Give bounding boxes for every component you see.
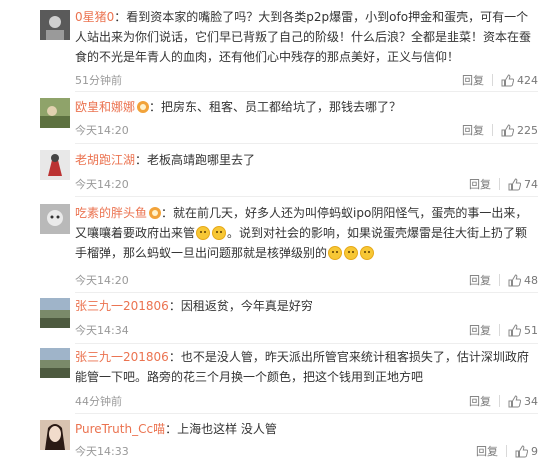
comment-time: 今天14:34: [75, 324, 129, 337]
like-count: 51: [524, 323, 538, 337]
avatar[interactable]: [40, 298, 70, 328]
action-divider: [499, 324, 500, 336]
comment-text: 看到资本家的嘴脸了吗？大到各类p2p爆雷，小到ofo押金和蛋壳，可有一个人站出来…: [75, 10, 532, 64]
emoji-icon: [212, 226, 227, 240]
comment-time: 44分钟前: [75, 395, 122, 408]
like-button[interactable]: 34: [508, 395, 538, 408]
username-link[interactable]: 0星猪0: [75, 10, 114, 24]
like-button[interactable]: 74: [508, 178, 538, 191]
comment-actions: 回复 34: [469, 393, 538, 409]
member-badge-icon: [149, 207, 162, 219]
avatar[interactable]: [40, 10, 70, 40]
like-button[interactable]: 424: [501, 74, 538, 87]
comment-text: 把房东、租客、员工都给坑了，那钱去哪了？: [161, 100, 402, 114]
colon-separator: ：: [114, 10, 127, 24]
comment-actions: 回复 9: [476, 443, 538, 459]
avatar[interactable]: [40, 348, 70, 378]
like-count: 9: [531, 444, 538, 458]
thumbs-up-icon: [501, 123, 514, 136]
action-divider: [492, 124, 493, 136]
reply-button[interactable]: 回复: [469, 393, 491, 409]
colon-separator: ：: [168, 299, 181, 313]
emoji-icon: [328, 246, 343, 260]
like-count: 225: [517, 123, 538, 137]
reply-button[interactable]: 回复: [476, 443, 498, 459]
action-divider: [499, 274, 500, 286]
avatar[interactable]: [40, 98, 70, 128]
comment-divider: [75, 343, 538, 344]
reply-button[interactable]: 回复: [469, 176, 491, 192]
comment-actions: 回复 424: [462, 72, 538, 88]
avatar[interactable]: [40, 420, 70, 450]
thumbs-up-icon: [508, 273, 521, 286]
like-button[interactable]: 9: [515, 445, 538, 458]
comment-text: 上海也这样 没人管: [177, 422, 277, 436]
emoji-icon: [344, 246, 359, 260]
username-link[interactable]: 欧皇和娜娜: [75, 100, 135, 114]
like-button[interactable]: 225: [501, 124, 538, 137]
comment-actions: 回复 74: [469, 176, 538, 192]
thumbs-up-icon: [501, 73, 514, 86]
comment-text: 老板高靖跑哪里去了: [147, 153, 256, 167]
comment-text: 因租返贫，今年真是好穷: [180, 299, 313, 313]
colon-separator: ：: [149, 100, 162, 114]
comment-actions: 回复 51: [469, 322, 538, 338]
username-link[interactable]: 张三九一201806: [75, 299, 169, 313]
username-link[interactable]: 老胡跑江湖: [75, 153, 135, 167]
comment-time: 51分钟前: [75, 74, 122, 87]
thumbs-up-icon: [508, 177, 521, 190]
like-count: 424: [517, 73, 538, 87]
action-divider: [499, 395, 500, 407]
avatar[interactable]: [40, 204, 70, 234]
thumbs-up-icon: [515, 444, 528, 457]
emoji-icon: [196, 226, 211, 240]
action-divider: [506, 445, 507, 457]
colon-separator: ：: [168, 350, 181, 364]
reply-button[interactable]: 回复: [469, 322, 491, 338]
member-badge-icon: [137, 101, 150, 113]
comment-divider: [75, 91, 538, 92]
emoji-icon: [360, 246, 375, 260]
username-link[interactable]: 吃素的胖头鱼: [75, 206, 147, 220]
comment-content: PureTruth_Cc喵：上海也这样 没人管: [75, 419, 538, 439]
reply-button[interactable]: 回复: [462, 122, 484, 138]
avatar[interactable]: [40, 150, 70, 180]
comment-divider: [75, 292, 538, 293]
comment-time: 今天14:33: [75, 445, 129, 458]
comment-divider: [75, 413, 538, 414]
comment-actions: 回复 48: [469, 272, 538, 288]
comment-content: 吃素的胖头鱼 ：就在前几天，好多人还为叫停蚂蚁ipo阴阳怪气，蛋壳的事一出来，又嚷…: [75, 203, 538, 263]
comment-divider: [75, 143, 538, 144]
comment-time: 今天14:20: [75, 178, 129, 191]
comment-actions: 回复 225: [462, 122, 538, 138]
thumbs-up-icon: [508, 323, 521, 336]
comment-content: 张三九一201806：也不是没人管，昨天派出所管官来统计租客损失了，估计深圳政府…: [75, 347, 538, 387]
username-link[interactable]: 张三九一201806: [75, 350, 169, 364]
colon-separator: ：: [165, 422, 178, 436]
comment-content: 欧皇和娜娜 ：把房东、租客、员工都给坑了，那钱去哪了？: [75, 97, 538, 117]
comment-divider: [75, 196, 538, 197]
like-button[interactable]: 51: [508, 324, 538, 337]
username-link[interactable]: PureTruth_Cc喵: [75, 422, 165, 436]
reply-button[interactable]: 回复: [469, 272, 491, 288]
reply-button[interactable]: 回复: [462, 72, 484, 88]
colon-separator: ：: [135, 153, 148, 167]
like-count: 34: [524, 394, 538, 408]
like-count: 74: [524, 177, 538, 191]
comment-time: 今天14:20: [75, 124, 129, 137]
comment-time: 今天14:20: [75, 274, 129, 287]
like-count: 48: [524, 273, 538, 287]
thumbs-up-icon: [508, 394, 521, 407]
comment-content: 0星猪0：看到资本家的嘴脸了吗？大到各类p2p爆雷，小到ofo押金和蛋壳，可有一…: [75, 7, 538, 67]
comment-content: 张三九一201806：因租返贫，今年真是好穷: [75, 296, 538, 316]
action-divider: [492, 74, 493, 86]
comment-content: 老胡跑江湖：老板高靖跑哪里去了: [75, 150, 538, 170]
like-button[interactable]: 48: [508, 274, 538, 287]
action-divider: [499, 178, 500, 190]
colon-separator: ：: [161, 206, 174, 220]
